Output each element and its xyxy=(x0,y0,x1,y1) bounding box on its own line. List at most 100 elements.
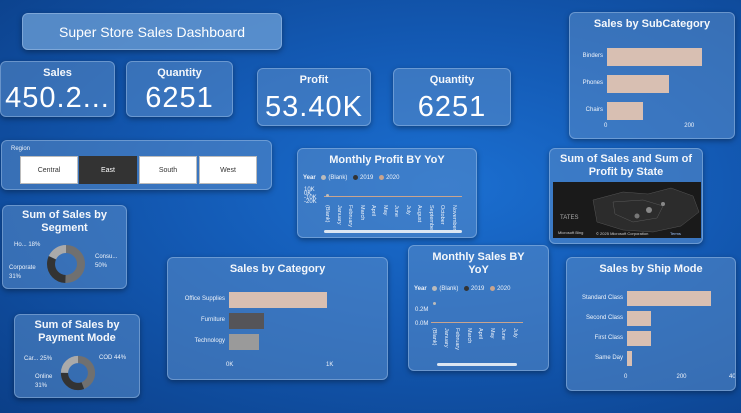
dashboard-title-card: Super Store Sales Dashboard xyxy=(22,13,282,50)
quantity-card-1-value: 6251 xyxy=(145,82,214,114)
category-plot: Office Supplies Furniture Technology 0K 1K xyxy=(168,258,387,379)
series-point[interactable] xyxy=(326,194,329,197)
bar[interactable] xyxy=(229,292,327,308)
bar[interactable] xyxy=(607,75,670,93)
x-tick-label: July xyxy=(511,328,518,338)
category-label: Technology xyxy=(194,338,225,344)
segment-label-consumer: Consu... 50% xyxy=(95,254,118,269)
x-tick-label: April xyxy=(477,328,483,340)
quantity-card-1: Quantity 6251 xyxy=(126,61,233,117)
payment-label-card: Car... 25% xyxy=(24,356,53,362)
subcategory-plot: Binders Phones Chairs 0 200 xyxy=(570,13,734,138)
region-slicer-label: Region xyxy=(11,146,31,152)
x-tick-label: (Blank) xyxy=(324,205,330,223)
monthly-sales-plot: 0.2M 0.0M (Blank) January February March April… xyxy=(409,246,548,370)
x-tick-label: 0K xyxy=(226,362,234,368)
segment-label-corporate: Corporate 31% xyxy=(9,265,36,280)
map-terms-link[interactable]: Terms xyxy=(670,231,681,236)
category-label: Same Day xyxy=(594,354,623,361)
x-tick-label: March xyxy=(358,205,365,221)
x-tick-label: June xyxy=(500,328,506,340)
monthly-sales-card: Monthly Sales BY YoY Year (Blank) 2019 2… xyxy=(408,245,549,371)
y-tick-label: 0.2M xyxy=(415,307,429,313)
monthly-profit-card: Monthly Profit BY YoY Year (Blank) 2019 … xyxy=(297,148,477,238)
bar[interactable] xyxy=(229,334,259,350)
x-tick-label: 200 xyxy=(676,374,687,380)
x-tick-label: 400 xyxy=(729,374,736,380)
bar[interactable] xyxy=(607,48,702,66)
series-line[interactable] xyxy=(324,196,462,197)
series-point[interactable] xyxy=(433,302,436,305)
quantity-card-2-value: 6251 xyxy=(417,91,487,123)
x-tick-label: January xyxy=(442,328,449,348)
category-label: Office Supplies xyxy=(184,296,225,302)
page-title: Super Store Sales Dashboard xyxy=(59,24,245,40)
y-tick-label: 0.0M xyxy=(415,321,429,327)
payment-chart-title: Sum of Sales by Payment Mode xyxy=(34,319,120,344)
bar[interactable] xyxy=(627,311,651,326)
bar[interactable] xyxy=(229,313,264,329)
payment-label-cod: COD 44% xyxy=(99,355,127,361)
quantity-card-2-label: Quantity xyxy=(429,74,475,86)
x-tick-label: August xyxy=(416,205,422,223)
map-title: Sum of Sales and Sum of Profit by State xyxy=(559,153,693,178)
region-option-west[interactable]: West xyxy=(199,156,257,184)
x-tick-label: May xyxy=(381,205,388,216)
region-option-south[interactable]: South xyxy=(139,156,197,184)
x-tick-label: June xyxy=(393,205,399,217)
segment-chart-card: Sum of Sales by Segment Consu... 50% Corp… xyxy=(2,205,127,289)
category-label: Standard Class xyxy=(581,294,623,301)
map-credit: © 2025 Microsoft Corporation xyxy=(596,231,649,236)
x-tick-label: October xyxy=(439,205,445,225)
x-tick-label: July xyxy=(404,205,411,215)
x-tick-label: 0 xyxy=(604,123,608,129)
bar[interactable] xyxy=(607,102,643,120)
shipmode-plot: Standard Class Second Class First Class Sam… xyxy=(567,258,736,390)
category-label: Phones xyxy=(582,80,603,86)
quantity-card-2: Quantity 6251 xyxy=(393,68,511,126)
x-tick-label: February xyxy=(347,205,353,228)
segment-donut[interactable] xyxy=(46,244,86,284)
map-state-label: TATES xyxy=(560,215,579,221)
category-chart-card: Sales by Category Office Supplies Furnitu… xyxy=(167,257,388,380)
profit-card-value: 53.40K xyxy=(265,91,363,123)
segment-chart-title: Sum of Sales by Segment xyxy=(22,209,107,234)
region-option-central[interactable]: Central xyxy=(20,156,78,184)
region-slicer: Region Central East South West xyxy=(1,140,272,190)
category-label: Furniture xyxy=(200,317,225,323)
region-option-east[interactable]: East xyxy=(79,156,137,184)
segment-label-home: Ho... 18% xyxy=(14,242,41,248)
bar[interactable] xyxy=(627,291,711,306)
category-label: Chairs xyxy=(585,107,603,113)
y-tick-label: -20K xyxy=(304,199,317,205)
sales-card-value: 450.2... xyxy=(5,82,110,114)
map-brand: Microsoft Bing xyxy=(558,230,584,235)
payment-label-online: Online 31% xyxy=(35,374,53,389)
bar[interactable] xyxy=(627,351,633,366)
payment-chart-card: Sum of Sales by Payment Mode COD 44% Onl… xyxy=(14,314,140,398)
x-tick-label: September xyxy=(427,205,434,232)
monthly-sales-scrollbar[interactable] xyxy=(437,363,517,366)
sales-card: Sales 450.2... xyxy=(0,61,115,117)
x-tick-label: November xyxy=(450,205,457,231)
x-tick-label: January xyxy=(335,205,342,225)
subcategory-chart-card: Sales by SubCategory Binders Phones Chairs… xyxy=(569,12,735,139)
map-card: Sum of Sales and Sum of Profit by State … xyxy=(549,148,703,244)
quantity-card-1-label: Quantity xyxy=(157,67,202,79)
x-tick-label: 1K xyxy=(326,362,334,368)
shipmode-chart-card: Sales by Ship Mode Standard Class Second … xyxy=(566,257,736,391)
x-tick-label: 200 xyxy=(684,123,695,129)
profit-card-label: Profit xyxy=(299,74,329,86)
series-line[interactable] xyxy=(431,322,523,323)
x-tick-label: February xyxy=(454,328,460,351)
category-label: First Class xyxy=(594,334,623,341)
category-label: Second Class xyxy=(585,314,623,321)
payment-donut[interactable] xyxy=(60,355,96,391)
profit-card: Profit 53.40K xyxy=(257,68,371,126)
x-tick-label: April xyxy=(370,205,376,217)
monthly-profit-scrollbar[interactable] xyxy=(324,230,462,233)
x-tick-label: May xyxy=(488,328,495,339)
bar[interactable] xyxy=(627,331,651,346)
category-label: Binders xyxy=(582,53,603,59)
x-tick-label: 0 xyxy=(624,374,628,380)
